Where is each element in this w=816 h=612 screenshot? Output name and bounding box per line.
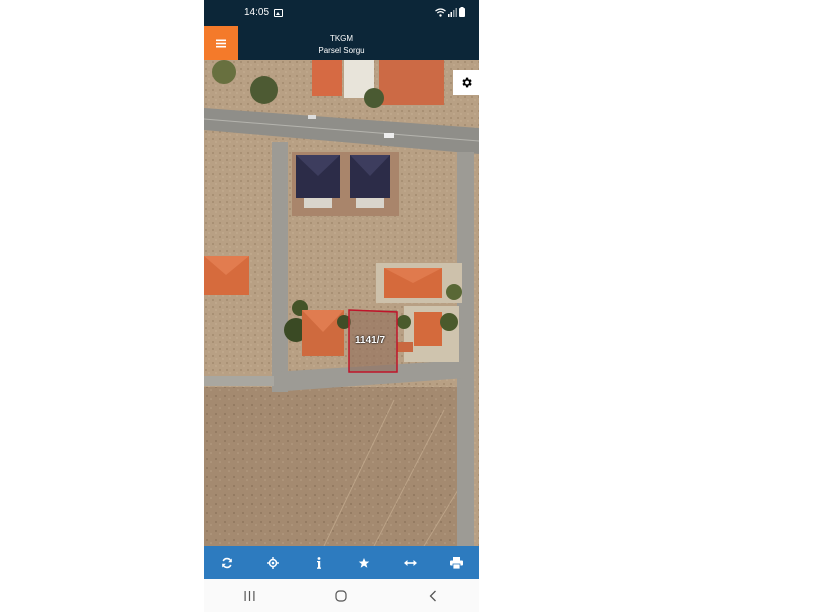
- refresh-icon: [222, 557, 232, 568]
- info-button[interactable]: [304, 548, 334, 578]
- status-icons: [435, 7, 465, 17]
- app-header: TKGM Parsel Sorgu: [204, 26, 479, 60]
- side-road-right: [457, 152, 474, 546]
- car: [308, 115, 316, 119]
- road-shoulder: [204, 376, 274, 386]
- favorite-button[interactable]: [349, 548, 379, 578]
- star-icon: [359, 557, 370, 568]
- phone-screen: 14:05 TKGM Parsel Sorgu 1141/7: [204, 0, 479, 612]
- measure-button[interactable]: [395, 548, 425, 578]
- tree: [212, 60, 236, 84]
- recent-apps-icon: [244, 590, 255, 601]
- app-title: TKGM: [329, 34, 354, 43]
- terrace: [304, 198, 332, 208]
- back-icon: [429, 590, 437, 601]
- locate-button[interactable]: [258, 548, 288, 578]
- back-button[interactable]: [413, 581, 453, 611]
- info-icon: [316, 556, 321, 569]
- tree: [364, 88, 384, 108]
- tree: [440, 313, 458, 331]
- side-road-left: [272, 142, 288, 392]
- top-house-1: [312, 60, 342, 96]
- top-house-3: [379, 60, 444, 105]
- car: [384, 133, 394, 138]
- wifi-icon: [435, 7, 446, 17]
- parcel-label: 1141/7: [355, 335, 386, 346]
- field-area: [204, 387, 459, 546]
- gear-icon: [461, 77, 472, 88]
- crosshair-icon: [266, 556, 279, 569]
- home-button[interactable]: [321, 581, 361, 611]
- refresh-button[interactable]: [212, 548, 242, 578]
- map-imagery: [204, 60, 479, 546]
- home-icon: [335, 589, 348, 602]
- measure-icon: [403, 559, 417, 566]
- settings-button[interactable]: [453, 70, 479, 95]
- annex: [397, 342, 413, 352]
- status-bar: 14:05: [204, 0, 479, 26]
- tree: [250, 76, 278, 104]
- orange-roof-house: [414, 312, 442, 346]
- system-nav-bar: [204, 579, 479, 612]
- app-subtitle: Parsel Sorgu: [318, 46, 365, 55]
- signal-icon: [448, 7, 457, 17]
- gallery-icon: [274, 9, 283, 17]
- recent-apps-button[interactable]: [230, 581, 270, 611]
- tree: [397, 315, 411, 329]
- print-button[interactable]: [441, 548, 471, 578]
- status-time: 14:05: [244, 7, 270, 18]
- terrace: [356, 198, 384, 208]
- battery-icon: [459, 7, 465, 17]
- satellite-map[interactable]: 1141/7: [204, 60, 479, 546]
- print-icon: [449, 556, 463, 569]
- bottom-toolbar: [204, 546, 479, 579]
- tree: [446, 284, 462, 300]
